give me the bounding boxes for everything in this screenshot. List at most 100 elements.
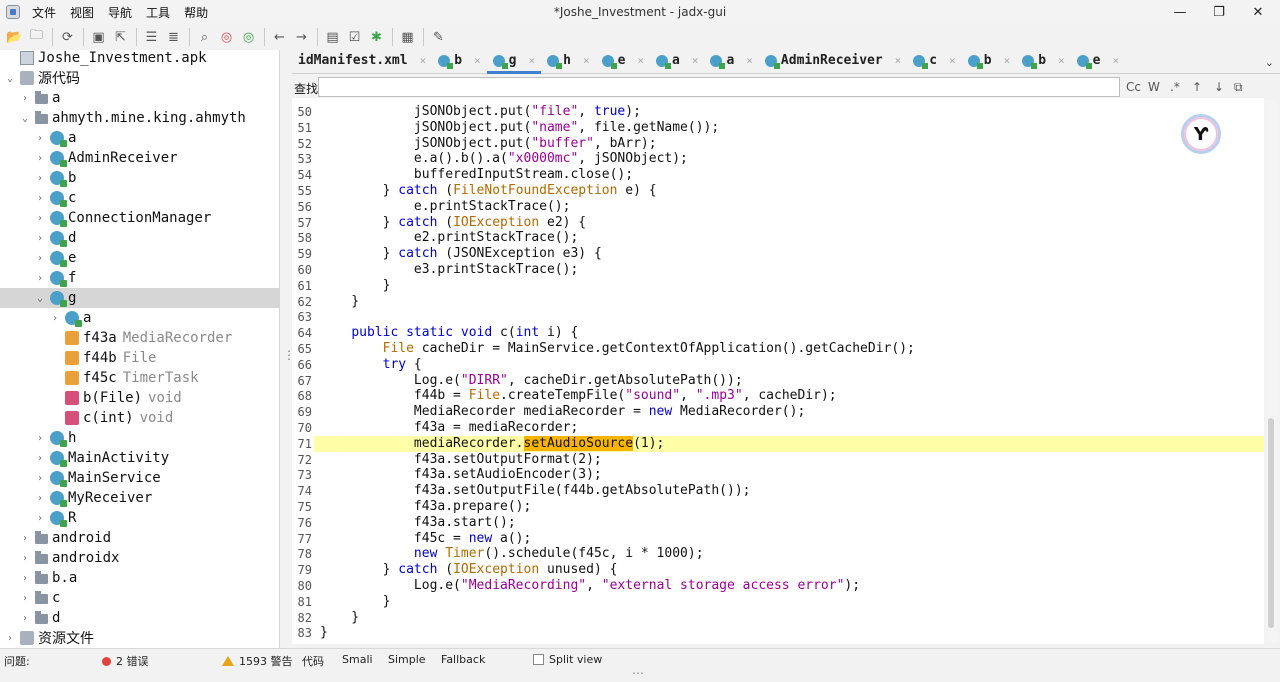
editor-scrollbar[interactable] — [1265, 100, 1277, 642]
tree-node[interactable]: › c — [0, 588, 279, 608]
code-editor[interactable]: 50 jSONObject.put("file", true); 51 jSONO… — [292, 98, 1264, 644]
tree-node[interactable]: c(int) void — [0, 408, 279, 428]
tab-close-icon[interactable]: × — [1004, 54, 1011, 67]
tree-node[interactable]: › a — [0, 128, 279, 148]
chevron-right-icon[interactable]: › — [34, 252, 46, 264]
tree-node[interactable]: › androidx — [0, 548, 279, 568]
chevron-right-icon[interactable]: › — [19, 92, 31, 104]
chevron-down-icon[interactable]: ⌄ — [19, 112, 31, 124]
chevron-down-icon[interactable]: ⌄ — [34, 292, 46, 304]
tab-list-chevron-icon[interactable]: ⌄ — [1265, 56, 1274, 69]
flatten-icon[interactable]: ☰ — [141, 27, 162, 47]
tab-close-icon[interactable]: × — [474, 54, 481, 67]
match-case-toggle[interactable]: Cc — [1126, 80, 1141, 94]
panel-splitter[interactable] — [280, 50, 295, 648]
code-line[interactable]: 73 f43a.setAudioEncoder(3); — [298, 467, 1264, 483]
whole-word-toggle[interactable]: W — [1148, 80, 1160, 94]
code-line[interactable]: 65 File cacheDir = MainService.getContex… — [298, 341, 1264, 357]
project-tree[interactable]: Joshe_Investment.apk ⌄ 源代码 › a ⌄ ahmyth.mine.k… — [0, 50, 280, 648]
code-line[interactable]: 69 MediaRecorder mediaRecorder = new Med… — [298, 404, 1264, 420]
tree-node[interactable]: › 资源文件 — [0, 628, 279, 648]
chevron-right-icon[interactable]: › — [34, 432, 46, 444]
code-line[interactable]: 70 f43a = mediaRecorder; — [298, 420, 1264, 436]
code-line[interactable]: 63 — [298, 309, 1264, 325]
tree-node[interactable]: ⌄ g — [0, 288, 279, 308]
export-icon[interactable]: ⇱ — [110, 27, 131, 47]
maximize-button[interactable]: ❐ — [1201, 0, 1237, 24]
chevron-right-icon[interactable]: › — [34, 192, 46, 204]
tree-node[interactable]: › AdminReceiver — [0, 148, 279, 168]
view-tab-smali[interactable]: Smali — [342, 653, 373, 666]
search-icon[interactable]: ⌕ — [194, 27, 215, 47]
editor-tab[interactable]: AdminReceiver × — [759, 48, 907, 74]
tree-node[interactable]: Joshe_Investment.apk — [0, 50, 279, 68]
mark-all-icon[interactable]: ⧉ — [1234, 80, 1243, 95]
add-files-icon[interactable]: 🗀 — [26, 27, 47, 47]
chevron-right-icon[interactable]: › — [34, 132, 46, 144]
chevron-right-icon[interactable]: › — [34, 172, 46, 184]
editor-tab[interactable]: h × — [541, 48, 595, 74]
code-line[interactable]: 66 try { — [298, 357, 1264, 373]
bottom-panel-grip[interactable] — [0, 666, 1280, 682]
chevron-right-icon[interactable]: › — [34, 212, 46, 224]
find-usage-icon[interactable]: ◎ — [238, 27, 259, 47]
warnings-count[interactable]: 1593 警告 — [222, 653, 293, 669]
chevron-right-icon[interactable]: › — [19, 532, 31, 544]
code-line[interactable]: 77 f45c = new a(); — [298, 531, 1264, 547]
code-line[interactable]: 81 } — [298, 594, 1264, 610]
tree-node[interactable]: › d — [0, 608, 279, 628]
tree-node[interactable]: ⌄ ahmyth.mine.king.ahmyth — [0, 108, 279, 128]
code-line[interactable]: 83} — [298, 625, 1264, 641]
editor-tab[interactable]: e × — [596, 48, 650, 74]
code-line[interactable]: 72 f43a.setOutputFormat(2); — [298, 452, 1264, 468]
code-line[interactable]: 78 new Timer().schedule(f45c, i * 1000); — [298, 546, 1264, 562]
settings-icon[interactable]: ✎ — [428, 27, 449, 47]
menu-view[interactable]: 视图 — [70, 4, 104, 21]
tree-node[interactable]: b(File) void — [0, 388, 279, 408]
tree-node[interactable]: › android — [0, 528, 279, 548]
tree-node[interactable]: ⌄ 源代码 — [0, 68, 279, 88]
tab-close-icon[interactable]: × — [1112, 54, 1119, 67]
split-view-checkbox[interactable]: Split view — [533, 653, 602, 666]
tree-node[interactable]: › f — [0, 268, 279, 288]
chevron-right-icon[interactable]: › — [34, 452, 46, 464]
view-tab-fallback[interactable]: Fallback — [441, 653, 485, 666]
editor-tab[interactable]: a × — [650, 48, 704, 74]
back-icon[interactable]: ← — [269, 27, 290, 47]
chevron-right-icon[interactable]: › — [34, 152, 46, 164]
tree-node[interactable]: › e — [0, 248, 279, 268]
code-line[interactable]: 67 Log.e("DIRR", cacheDir.getAbsolutePat… — [298, 373, 1264, 389]
code-line[interactable]: 60 e3.printStackTrace(); — [298, 262, 1264, 278]
code-line[interactable]: 50 jSONObject.put("file", true); — [298, 104, 1264, 120]
tree-node[interactable]: › b — [0, 168, 279, 188]
tree-node[interactable]: › ConnectionManager — [0, 208, 279, 228]
editor-tab[interactable]: e × — [1071, 48, 1125, 74]
tree-node[interactable]: › MyReceiver — [0, 488, 279, 508]
tree-node[interactable]: › a — [0, 308, 279, 328]
chevron-right-icon[interactable]: › — [34, 492, 46, 504]
tree-node[interactable]: › c — [0, 188, 279, 208]
search-down-icon[interactable]: ↓ — [1214, 80, 1224, 94]
tree-node[interactable]: f45c TimerTask — [0, 368, 279, 388]
chevron-right-icon[interactable]: › — [19, 572, 31, 584]
editor-tab[interactable]: idManifest.xml × — [292, 48, 432, 74]
errors-count[interactable]: 2 错误 — [102, 653, 149, 669]
tab-close-icon[interactable]: × — [949, 54, 956, 67]
code-line[interactable]: 64 public static void c(int i) { — [298, 325, 1264, 341]
deobfuscation-icon[interactable]: ▦ — [397, 27, 418, 47]
tree-node[interactable]: › MainActivity — [0, 448, 279, 468]
menu-navigate[interactable]: 导航 — [108, 4, 142, 21]
chevron-right-icon[interactable]: › — [4, 632, 16, 644]
chevron-right-icon[interactable]: › — [49, 312, 61, 324]
chevron-down-icon[interactable]: ⌄ — [4, 72, 16, 84]
sync-icon[interactable]: ⟳ — [57, 27, 78, 47]
tree-node[interactable]: › h — [0, 428, 279, 448]
quark-icon[interactable]: ☑ — [344, 27, 365, 47]
editor-tab[interactable]: b × — [432, 48, 486, 74]
tree-node[interactable]: › R — [0, 508, 279, 528]
code-line[interactable]: 53 e.a().b().a("x0000mc", jSONObject); — [298, 151, 1264, 167]
regex-toggle[interactable]: .* — [1170, 80, 1180, 94]
chevron-right-icon[interactable]: › — [19, 592, 31, 604]
editor-tab[interactable]: c × — [907, 48, 961, 74]
code-line[interactable]: 75 f43a.prepare(); — [298, 499, 1264, 515]
